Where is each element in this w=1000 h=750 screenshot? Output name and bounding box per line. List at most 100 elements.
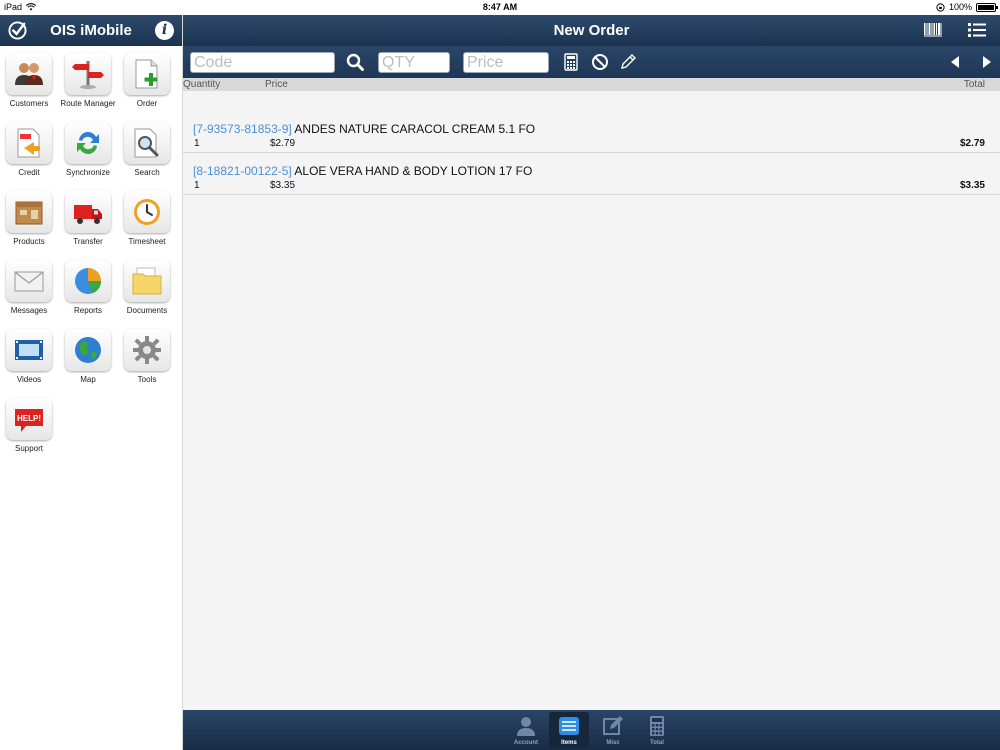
tab-items[interactable]: Items — [549, 712, 589, 748]
list-menu-icon[interactable] — [968, 22, 986, 38]
item-quantity: 1 — [194, 138, 200, 149]
status-bar: iPad 8:47 AM 100% — [0, 0, 1000, 15]
tab-label: Misc — [606, 740, 620, 746]
tile-customers[interactable]: Customers — [0, 53, 58, 119]
price-input[interactable] — [463, 52, 549, 73]
tile-label: Map — [80, 375, 96, 384]
tab-label: Account — [514, 740, 538, 746]
tile-label: Documents — [126, 306, 168, 315]
next-arrow-icon[interactable] — [977, 53, 995, 71]
item-name: ANDES NATURE CARACOL CREAM 5.1 FO — [294, 122, 536, 136]
item-description: [8-18821-00122-5] ALOE VERA HAND & BODY … — [193, 164, 532, 178]
sidebar-header: OIS iMobile i — [0, 15, 182, 46]
tile-label: Transfer — [73, 237, 103, 246]
tools-icon — [133, 336, 161, 364]
tile-label: Customers — [9, 99, 49, 108]
reports-icon — [75, 268, 101, 294]
status-time: 8:47 AM — [482, 2, 518, 12]
orientation-lock-icon — [936, 2, 945, 12]
tile-label: Synchronize — [65, 168, 111, 177]
order-entry-toolbar — [183, 46, 1000, 78]
tile-documents[interactable]: Documents — [118, 260, 176, 326]
tab-account[interactable]: Account — [506, 712, 546, 748]
qty-input[interactable] — [378, 52, 450, 73]
map-icon — [75, 337, 101, 363]
synchronize-icon — [77, 132, 99, 154]
tile-timesheet[interactable]: Timesheet — [118, 191, 176, 257]
column-header-row: Quantity Price Total — [183, 78, 1000, 91]
tile-support[interactable]: HELP! Support — [0, 398, 58, 464]
tab-total[interactable]: Total — [637, 712, 677, 748]
item-price: $2.79 — [270, 138, 296, 149]
timesheet-icon — [134, 199, 160, 225]
column-total: Total — [963, 79, 985, 90]
column-price: Price — [265, 79, 288, 90]
edit-pencil-icon[interactable] — [619, 53, 637, 71]
item-code: [7-93573-81853-9] — [193, 122, 292, 136]
battery-percent: 100% — [948, 2, 972, 12]
sidebar: OIS iMobile i Customers Route Manager Or… — [0, 15, 183, 750]
tile-videos[interactable]: Videos — [0, 329, 58, 395]
tile-label: Order — [136, 99, 158, 108]
videos-icon — [15, 340, 43, 360]
items-icon — [559, 717, 579, 735]
search-icon[interactable] — [346, 53, 364, 71]
item-quantity: 1 — [194, 180, 200, 191]
tile-label: Route Manager — [60, 99, 116, 108]
main-panel: New Order Code QTY Price Quantity Price … — [183, 15, 1000, 750]
tab-label: Total — [650, 740, 664, 746]
tile-label: Messages — [10, 306, 48, 315]
search-icon — [134, 128, 159, 158]
customers-icon — [15, 63, 43, 85]
tile-products[interactable]: Products — [0, 191, 58, 257]
tab-label: Items — [561, 740, 577, 746]
calculator-icon — [650, 716, 664, 736]
code-input[interactable] — [190, 52, 335, 73]
item-code: [8-18821-00122-5] — [193, 164, 292, 178]
account-icon — [517, 717, 535, 736]
column-quantity: Quantity — [183, 79, 221, 90]
item-price: $3.35 — [270, 180, 296, 191]
calculator-icon[interactable] — [562, 53, 580, 71]
tile-tools[interactable]: Tools — [118, 329, 176, 395]
bottom-tab-bar: Account Items Misc Total — [183, 710, 1000, 750]
item-total: $2.79 — [959, 138, 985, 149]
tile-map[interactable]: Map — [59, 329, 117, 395]
support-badge-text: HELP! — [17, 414, 41, 423]
tile-messages[interactable]: Messages — [0, 260, 58, 326]
misc-edit-icon — [603, 716, 623, 735]
tile-search[interactable]: Search — [118, 122, 176, 188]
battery-icon — [976, 2, 998, 12]
order-item-row[interactable]: [7-93573-81853-9] ANDES NATURE CARACOL C… — [183, 111, 1000, 153]
item-name: ALOE VERA HAND & BODY LOTION 17 FO — [294, 164, 533, 178]
products-icon — [15, 201, 43, 225]
tile-label: Credit — [18, 168, 40, 177]
tile-label: Videos — [16, 375, 42, 384]
tile-reports[interactable]: Reports — [59, 260, 117, 326]
cancel-icon[interactable] — [591, 53, 609, 71]
tile-label: Products — [13, 237, 45, 246]
tile-credit[interactable]: Credit — [0, 122, 58, 188]
tile-label: Support — [14, 444, 44, 453]
tile-label: Tools — [137, 375, 157, 384]
tab-misc[interactable]: Misc — [593, 712, 633, 748]
order-icon — [135, 59, 158, 89]
tile-synchronize[interactable]: Synchronize — [59, 122, 117, 188]
order-item-row[interactable]: [8-18821-00122-5] ALOE VERA HAND & BODY … — [183, 153, 1000, 195]
item-description: [7-93573-81853-9] ANDES NATURE CARACOL C… — [193, 122, 535, 136]
order-items-list: [7-93573-81853-9] ANDES NATURE CARACOL C… — [183, 111, 1000, 195]
tile-transfer[interactable]: Transfer — [59, 191, 117, 257]
tile-label: Reports — [73, 306, 102, 315]
tile-label: Search — [134, 168, 160, 177]
transfer-icon — [74, 205, 102, 224]
credit-icon — [17, 128, 40, 158]
barcode-scan-icon[interactable] — [924, 23, 942, 37]
messages-icon — [14, 271, 44, 292]
tile-route-manager[interactable]: Route Manager — [59, 53, 117, 119]
main-header: New Order — [183, 15, 1000, 46]
previous-arrow-icon[interactable] — [947, 53, 965, 71]
item-total: $3.35 — [959, 180, 985, 191]
tile-order[interactable]: Order — [118, 53, 176, 119]
tile-label: Timesheet — [128, 237, 166, 246]
info-button[interactable]: i — [155, 21, 174, 40]
